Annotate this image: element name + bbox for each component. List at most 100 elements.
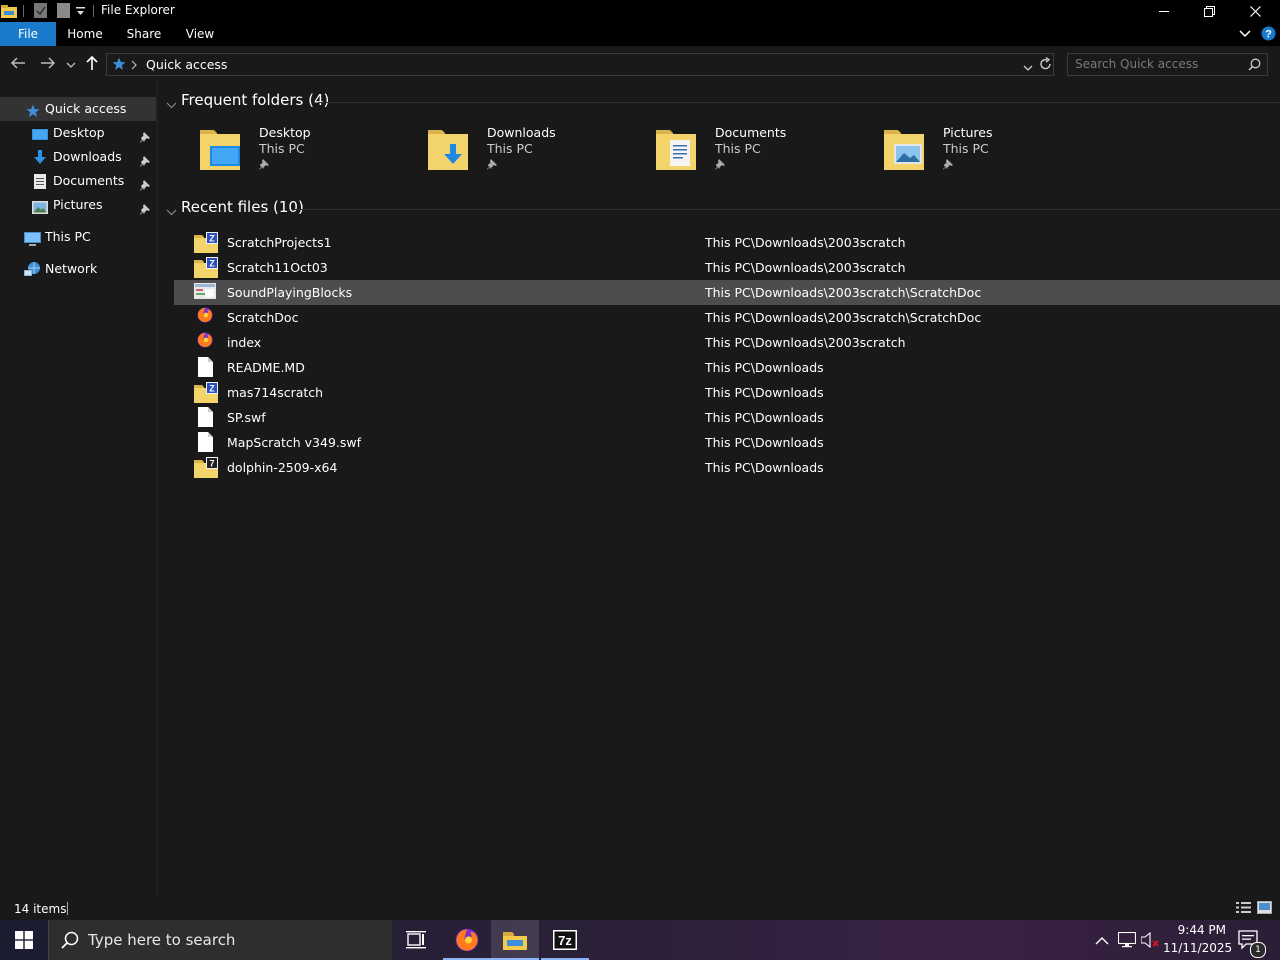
restore-icon bbox=[1203, 5, 1215, 17]
notification-badge: 1 bbox=[1250, 942, 1266, 958]
taskbar-file-explorer[interactable] bbox=[491, 920, 539, 960]
minimize-icon bbox=[1159, 11, 1169, 12]
start-button[interactable] bbox=[0, 920, 48, 960]
file-path: This PC\Downloads\2003scratch bbox=[705, 260, 906, 275]
taskbar-search-box[interactable]: Type here to search bbox=[48, 920, 392, 960]
forward-button[interactable] bbox=[40, 56, 56, 73]
recent-file-row[interactable]: Z Scratch11Oct03 This PC\Downloads\2003s… bbox=[174, 255, 1280, 280]
recent-file-row[interactable]: 7 dolphin-2509-x64 This PC\Downloads bbox=[174, 455, 1280, 480]
clock-date[interactable]: 11/11/2025 bbox=[1163, 941, 1232, 955]
frequent-folders-header[interactable]: Frequent folders (4) bbox=[158, 91, 1280, 113]
customize-qat-icon[interactable] bbox=[76, 6, 85, 22]
recent-locations-button[interactable] bbox=[66, 59, 76, 73]
recent-file-row[interactable]: ScratchDoc This PC\Downloads\2003scratch… bbox=[174, 305, 1280, 330]
pictures-folder-icon bbox=[884, 124, 926, 173]
taskbar-search-input[interactable]: Type here to search bbox=[88, 931, 235, 949]
refresh-button[interactable] bbox=[1039, 56, 1052, 74]
sidebar-item-documents[interactable]: Documents bbox=[0, 169, 156, 193]
taskbar-7zip[interactable]: 7z bbox=[541, 920, 589, 960]
tab-home[interactable]: Home bbox=[60, 22, 110, 46]
explorer-app-icon[interactable] bbox=[1, 4, 17, 20]
sidebar-item-quick-access[interactable]: Quick access bbox=[0, 97, 156, 121]
sidebar-item-this-pc[interactable]: This PC bbox=[0, 225, 156, 249]
new-folder-icon[interactable] bbox=[57, 3, 70, 19]
recent-file-row[interactable]: Z ScratchProjects1 This PC\Downloads\200… bbox=[174, 230, 1280, 255]
svg-text:7: 7 bbox=[209, 459, 214, 469]
file-name: dolphin-2509-x64 bbox=[227, 460, 338, 475]
back-button[interactable] bbox=[10, 56, 26, 73]
folder-tile-pictures[interactable]: Pictures This PC bbox=[854, 120, 1074, 176]
search-icon[interactable] bbox=[1248, 58, 1261, 74]
help-icon: ? bbox=[1261, 26, 1276, 41]
chevron-down-icon bbox=[66, 62, 76, 68]
search-input[interactable]: Search Quick access bbox=[1075, 57, 1198, 71]
file-name: README.MD bbox=[227, 360, 305, 375]
folder-tile-desktop[interactable]: Desktop This PC bbox=[170, 120, 390, 176]
close-button[interactable] bbox=[1232, 0, 1278, 22]
restore-button[interactable] bbox=[1186, 0, 1232, 22]
file-name: ScratchProjects1 bbox=[227, 235, 332, 250]
documents-folder-icon bbox=[656, 124, 698, 173]
expand-ribbon-button[interactable] bbox=[1239, 28, 1251, 42]
firefox-file-icon bbox=[197, 332, 219, 353]
folder-tile-documents[interactable]: Documents This PC bbox=[626, 120, 846, 176]
help-button[interactable]: ? bbox=[1261, 26, 1276, 44]
address-dropdown-button[interactable] bbox=[1023, 61, 1033, 75]
properties-icon[interactable] bbox=[34, 3, 47, 19]
chevron-down-icon[interactable] bbox=[166, 205, 177, 219]
status-separator bbox=[67, 902, 68, 915]
clock-time[interactable]: 9:44 PM bbox=[1166, 923, 1226, 937]
section-divider bbox=[318, 102, 1280, 103]
tab-share[interactable]: Share bbox=[118, 22, 170, 46]
show-hidden-icons-button[interactable] bbox=[1095, 934, 1109, 948]
downloads-folder-icon bbox=[428, 124, 470, 173]
large-icons-view-icon bbox=[1257, 901, 1272, 914]
tab-view[interactable]: View bbox=[178, 22, 222, 46]
recent-files-header[interactable]: Recent files (10) bbox=[158, 198, 1280, 220]
recent-file-row[interactable]: Z mas714scratch This PC\Downloads bbox=[174, 380, 1280, 405]
blank-file-icon bbox=[198, 357, 220, 378]
recent-file-row[interactable]: SP.swf This PC\Downloads bbox=[174, 405, 1280, 430]
tab-file[interactable]: File bbox=[0, 22, 56, 46]
details-view-button[interactable] bbox=[1236, 901, 1251, 917]
network-status-icon[interactable] bbox=[1117, 931, 1137, 951]
recent-file-row[interactable]: SoundPlayingBlocks This PC\Downloads\200… bbox=[174, 280, 1280, 305]
task-view-button[interactable] bbox=[392, 920, 440, 960]
volume-muted-icon[interactable] bbox=[1140, 931, 1160, 951]
breadcrumb-chevron-icon[interactable] bbox=[131, 59, 137, 73]
file-name: ScratchDoc bbox=[227, 310, 299, 325]
archive-folder-icon: Z bbox=[194, 232, 218, 253]
file-name: index bbox=[227, 335, 262, 350]
back-arrow-icon bbox=[10, 57, 25, 69]
large-icons-view-button[interactable] bbox=[1257, 901, 1272, 917]
file-name: SP.swf bbox=[227, 410, 266, 425]
sidebar-item-downloads[interactable]: Downloads bbox=[0, 145, 156, 169]
file-path: This PC\Downloads bbox=[705, 435, 824, 450]
sidebar-item-network[interactable]: Network bbox=[0, 257, 156, 281]
sidebar-item-label: Network bbox=[45, 261, 98, 276]
minimize-button[interactable] bbox=[1141, 0, 1187, 22]
ribbon: File Home Share View ? bbox=[0, 22, 1280, 46]
sidebar-item-label: Downloads bbox=[53, 149, 122, 164]
folder-tile-name: Pictures bbox=[943, 125, 993, 140]
folder-tile-downloads[interactable]: Downloads This PC bbox=[398, 120, 618, 176]
details-view-icon bbox=[1236, 902, 1251, 913]
address-bar[interactable]: Quick access bbox=[106, 53, 1054, 76]
recent-file-row[interactable]: MapScratch v349.swf This PC\Downloads bbox=[174, 430, 1280, 455]
file-path: This PC\Downloads bbox=[705, 385, 824, 400]
file-path: This PC\Downloads\2003scratch bbox=[705, 335, 906, 350]
up-button[interactable] bbox=[85, 55, 99, 74]
archive-folder-icon: Z bbox=[194, 257, 218, 278]
pin-icon bbox=[943, 159, 953, 173]
search-box[interactable]: Search Quick access bbox=[1067, 53, 1268, 76]
breadcrumb-quick-access[interactable]: Quick access bbox=[146, 57, 227, 72]
svg-text:Z: Z bbox=[209, 384, 215, 394]
recent-file-row[interactable]: index This PC\Downloads\2003scratch bbox=[174, 330, 1280, 355]
sidebar-item-desktop[interactable]: Desktop bbox=[0, 121, 156, 145]
recent-file-row[interactable]: README.MD This PC\Downloads bbox=[174, 355, 1280, 380]
sidebar-item-pictures[interactable]: Pictures bbox=[0, 193, 156, 217]
status-bar: 14 items bbox=[0, 896, 1280, 920]
taskbar-firefox[interactable] bbox=[443, 920, 491, 960]
chevron-down-icon[interactable] bbox=[166, 98, 177, 112]
navigation-pane: Quick access Desktop Downloads Documents bbox=[0, 90, 156, 896]
